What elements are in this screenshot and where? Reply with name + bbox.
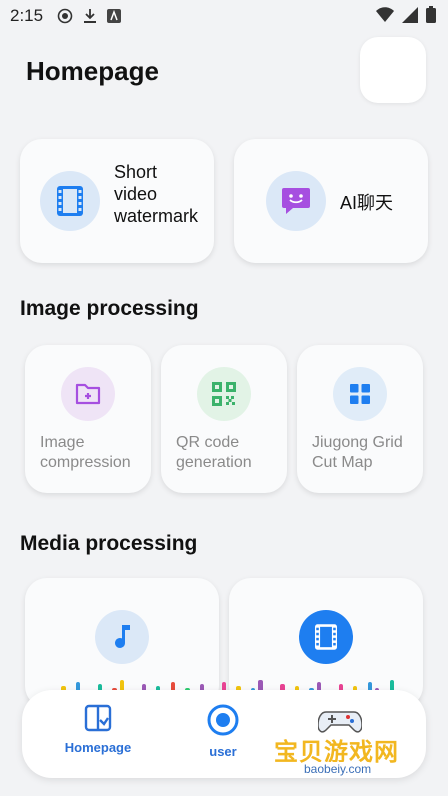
- battery-icon: [426, 6, 436, 23]
- book-icon: [84, 704, 112, 732]
- status-system-icons: [376, 6, 436, 23]
- film-icon: [299, 610, 353, 664]
- watermark-domain: baobeiy.com: [300, 762, 376, 776]
- nav-label: user: [209, 744, 237, 759]
- card-label: Image compression: [40, 434, 131, 471]
- page-title: Homepage: [26, 56, 159, 86]
- app-icon: [107, 9, 122, 23]
- card-label: AI聊天: [340, 193, 394, 213]
- wifi-icon: [376, 6, 394, 22]
- grid-icon: [333, 367, 387, 421]
- site-watermark: 宝贝游戏网 baobeiy.com: [272, 706, 422, 792]
- nav-item-user[interactable]: user: [186, 704, 260, 759]
- folder-add-icon: [61, 367, 115, 421]
- signal-icon: [402, 6, 418, 23]
- image-compression-card[interactable]: Image compression: [25, 345, 151, 493]
- chat-bubble-icon: [266, 171, 326, 231]
- record-icon: [57, 8, 73, 24]
- status-bar: 2:15: [0, 0, 448, 32]
- card-label: Short video watermarking: [114, 162, 198, 226]
- card-label: QR code generation: [176, 434, 252, 471]
- status-notification-icons: [57, 8, 122, 24]
- status-time: 2:15: [10, 6, 44, 25]
- film-icon: [40, 171, 100, 231]
- user-icon: [207, 704, 239, 736]
- section-title-media-processing: Media processing: [20, 532, 198, 555]
- gamepad-icon: [318, 711, 362, 733]
- qr-code-icon: [197, 367, 251, 421]
- section-title-image-processing: Image processing: [20, 297, 199, 320]
- ai-chat-card[interactable]: AI聊天: [234, 139, 428, 263]
- qr-code-generation-card[interactable]: QR code generation: [161, 345, 287, 493]
- jiugong-grid-card[interactable]: Jiugong Grid Cut Map: [297, 345, 423, 493]
- music-note-icon: [95, 610, 149, 664]
- avatar[interactable]: [360, 37, 426, 103]
- download-icon: [84, 9, 97, 23]
- nav-item-homepage[interactable]: Homepage: [60, 704, 136, 755]
- card-label: Jiugong Grid Cut Map: [312, 434, 403, 471]
- nav-label: Homepage: [64, 740, 132, 755]
- short-video-watermark-card[interactable]: Short video watermarking: [20, 139, 214, 263]
